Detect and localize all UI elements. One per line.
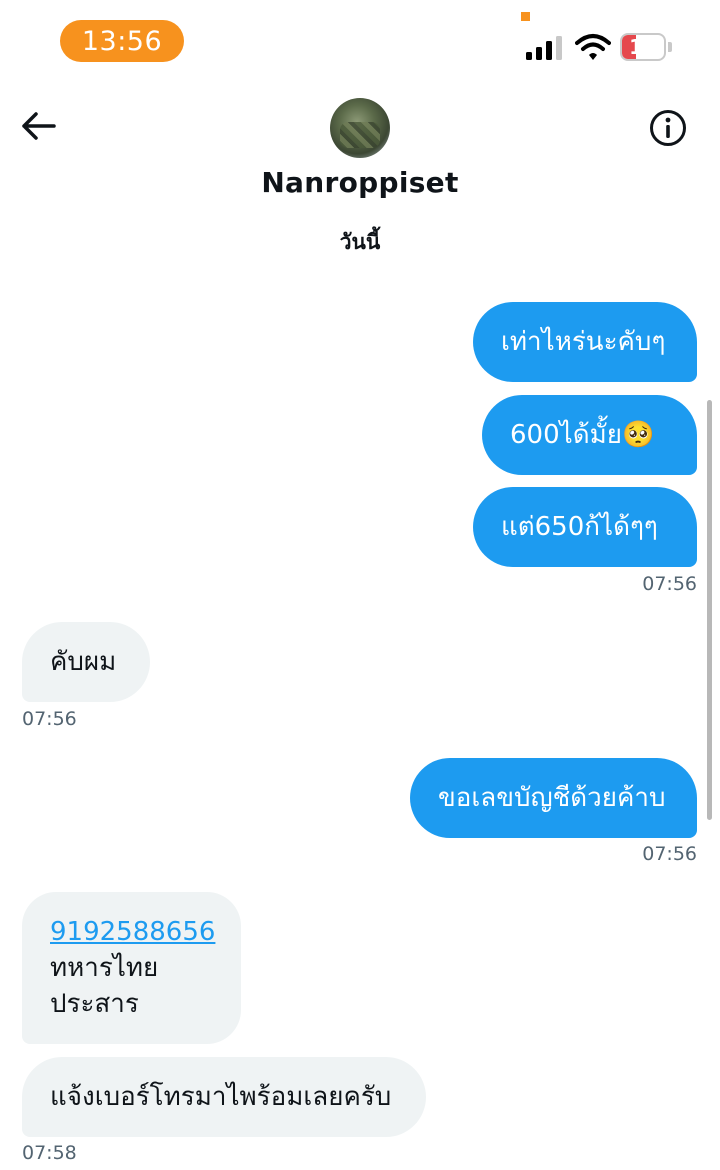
message-line: ประสาร [50, 989, 139, 1019]
privacy-indicator-dot [521, 12, 530, 21]
arrow-left-icon [22, 112, 56, 140]
message-outgoing[interactable]: แต่650ก้ได้ๆๆ [473, 487, 697, 567]
phone-number-link[interactable]: 9192588656 [50, 914, 215, 950]
info-button[interactable] [648, 108, 688, 148]
message-incoming: 9192588656 ทหารไทย ประสาร [22, 892, 241, 1044]
battery-cap [668, 42, 672, 52]
message-timestamp: 07:56 [22, 708, 77, 730]
message-incoming[interactable]: แจ้งเบอร์โทรมาไพร้อมเลยครับ [22, 1057, 426, 1137]
battery-level: 18 [629, 35, 657, 59]
info-circle-icon [650, 110, 686, 146]
message-timestamp: 07:56 [642, 843, 697, 865]
message-outgoing[interactable]: 600ได้มั้ย🥺 [482, 395, 697, 475]
battery-indicator: 18 [620, 33, 666, 61]
cellular-signal-icon [526, 36, 562, 60]
wifi-icon [575, 34, 611, 60]
message-outgoing[interactable]: ขอเลขบัญชีด้วยค้าบ [410, 758, 697, 838]
status-time: 13:56 [60, 20, 184, 62]
scrollbar-thumb[interactable] [707, 400, 712, 820]
message-line: ทหารไทย [50, 953, 159, 983]
message-timestamp: 07:56 [642, 573, 697, 595]
back-button[interactable] [18, 106, 58, 146]
contact-name[interactable]: Nanroppiset [0, 166, 720, 199]
message-incoming[interactable]: คับผม [22, 622, 150, 702]
avatar[interactable] [330, 98, 390, 158]
message-timestamp: 07:58 [22, 1142, 77, 1164]
message-outgoing[interactable]: เท่าไหร่นะคับๆ [473, 302, 697, 382]
day-separator: วันนี้ [339, 230, 381, 254]
